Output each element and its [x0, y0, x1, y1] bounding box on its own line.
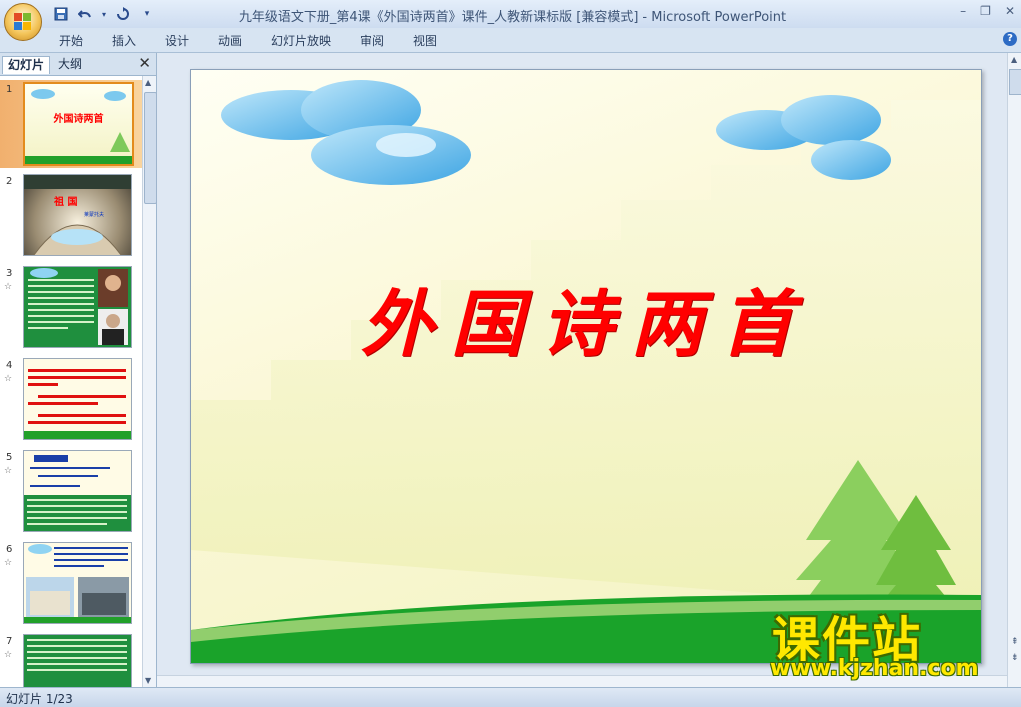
tab-design[interactable]: 设计	[165, 32, 189, 49]
slide-preview	[23, 450, 132, 532]
slide-thumbnail-1[interactable]: 1 外国诗两首	[0, 80, 142, 168]
slide-number: 6	[6, 544, 13, 555]
scroll-down-icon[interactable]: ▼	[145, 676, 151, 685]
slide-thumbnail-4[interactable]: 4 ☆	[0, 356, 142, 444]
animation-icon: ☆	[4, 558, 13, 568]
office-button[interactable]	[4, 3, 42, 41]
tab-home[interactable]: 开始	[59, 32, 83, 49]
slide-preview	[23, 634, 132, 687]
scroll-up-icon[interactable]: ▲	[145, 78, 151, 87]
scroll-up-icon[interactable]: ▲	[1011, 55, 1017, 64]
pane-tabs: 幻灯片 大纲 ✕	[0, 53, 156, 76]
slide-preview	[23, 266, 132, 348]
slide-number: 5	[6, 452, 13, 463]
slides-pane: 幻灯片 大纲 ✕ 1 外国诗两首 2 祖 国 莱蒙托夫 3 ☆ 4 ☆ 5 ☆ …	[0, 53, 157, 687]
close-icon[interactable]: ✕	[138, 54, 151, 72]
status-bar: 幻灯片 1/23	[0, 687, 1021, 707]
title-bar: ▾ ▾ 九年级语文下册_第4课《外国诗两首》课件_人教新课标版 [兼容模式] - …	[0, 0, 1021, 28]
scrollbar-thumb[interactable]	[1009, 69, 1021, 95]
cloud-left	[221, 80, 471, 185]
slide-preview	[23, 542, 132, 624]
office-logo-icon	[14, 13, 32, 31]
help-icon[interactable]: ?	[1003, 32, 1017, 46]
document-title: 九年级语文下册_第4课《外国诗两首》课件_人教新课标版 [兼容模式]	[238, 10, 639, 25]
slide-number: 7	[6, 636, 13, 647]
slide-preview: 外国诗两首	[23, 82, 134, 166]
slide-thumbnail-7[interactable]: 7 ☆	[0, 632, 142, 687]
tab-insert[interactable]: 插入	[112, 32, 136, 49]
slide-editing-area: 外国诗两首	[157, 53, 1007, 687]
tab-review[interactable]: 审阅	[360, 32, 384, 49]
current-slide[interactable]: 外国诗两首	[190, 69, 982, 664]
restore-icon[interactable]: ❐	[980, 4, 991, 18]
animation-icon: ☆	[4, 374, 13, 384]
tab-outline[interactable]: 大纲	[53, 56, 87, 73]
animation-icon: ☆	[4, 650, 13, 660]
animation-icon: ☆	[4, 282, 13, 292]
slide-preview: 祖 国 莱蒙托夫	[23, 174, 132, 256]
window-title: 九年级语文下册_第4课《外国诗两首》课件_人教新课标版 [兼容模式] - Micr…	[0, 6, 1021, 25]
tab-view[interactable]: 视图	[413, 32, 437, 49]
main-scrollbar[interactable]: ▲ ⇞ ⇟	[1007, 53, 1021, 687]
watermark-logo: 课件站 www.kjzhan.com	[766, 600, 1006, 686]
scrollbar-thumb[interactable]	[144, 92, 157, 204]
close-icon[interactable]: ✕	[1005, 4, 1015, 18]
animation-icon: ☆	[4, 466, 13, 476]
thumbnail-subtitle: 莱蒙托夫	[84, 212, 105, 218]
slide-number: 3	[6, 268, 13, 279]
previous-slide-icon[interactable]: ⇞	[1011, 637, 1019, 647]
slide-thumbnail-5[interactable]: 5 ☆	[0, 448, 142, 536]
minimize-icon[interactable]: –	[960, 4, 966, 18]
thumbnail-title: 外国诗两首	[53, 114, 104, 125]
slide-number: 1	[6, 84, 13, 95]
slide-preview	[23, 358, 132, 440]
tab-slideshow[interactable]: 幻灯片放映	[271, 32, 331, 49]
slide-title[interactable]: 外国诗两首	[191, 265, 981, 370]
thumbnail-title: 祖 国	[54, 197, 78, 208]
slide-thumbnail-list: 1 外国诗两首 2 祖 国 莱蒙托夫 3 ☆ 4 ☆ 5 ☆ 6 ☆ 7 ☆	[0, 76, 142, 687]
window-controls: – ❐ ✕	[960, 4, 1015, 18]
slide-thumbnail-3[interactable]: 3 ☆	[0, 264, 142, 352]
slide-counter: 幻灯片 1/23	[6, 692, 73, 706]
next-slide-icon[interactable]: ⇟	[1011, 653, 1019, 663]
thumbnail-scrollbar[interactable]: ▲ ▼	[142, 76, 157, 687]
slide-thumbnail-6[interactable]: 6 ☆	[0, 540, 142, 628]
slide-thumbnail-2[interactable]: 2 祖 国 莱蒙托夫	[0, 172, 142, 260]
slide-number: 4	[6, 360, 13, 371]
app-name: - Microsoft PowerPoint	[642, 10, 787, 25]
tab-animations[interactable]: 动画	[218, 32, 242, 49]
watermark-url: www.kjzhan.com	[770, 656, 979, 681]
ribbon-tabs: 开始 插入 设计 动画 幻灯片放映 审阅 视图 ?	[0, 28, 1021, 53]
slide-number: 2	[6, 176, 13, 187]
tab-slides[interactable]: 幻灯片	[2, 56, 51, 74]
